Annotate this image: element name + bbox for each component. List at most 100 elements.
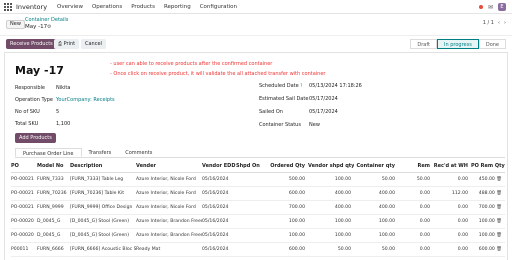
table-cell[interactable]: 500.00 bbox=[270, 172, 308, 187]
table-cell[interactable]: 100.00 bbox=[308, 172, 354, 187]
table-cell[interactable]: 100.00 bbox=[270, 228, 308, 243]
trash-icon[interactable]: 🗑 bbox=[495, 219, 502, 224]
status-done[interactable]: Done bbox=[478, 39, 506, 49]
table-cell[interactable]: 0.00 bbox=[398, 242, 433, 257]
table-row[interactable]: PO-00020 D_0045_G [D_0045_G] Stool (Green)… bbox=[11, 228, 505, 243]
table-cell[interactable]: FURN_7333 bbox=[37, 172, 70, 187]
table-cell[interactable]: 100.00 bbox=[354, 214, 398, 229]
table-cell[interactable]: 50.00 bbox=[354, 172, 398, 187]
table-cell[interactable]: Azure Interior, Nicole Ford bbox=[136, 200, 202, 215]
tab-comments[interactable]: Comments bbox=[118, 148, 159, 157]
col-header[interactable]: Vendor shpd qty bbox=[308, 160, 354, 173]
col-header[interactable]: Ordered Qty bbox=[270, 160, 308, 173]
table-cell[interactable]: 600.00 bbox=[270, 186, 308, 201]
table-cell[interactable] bbox=[236, 200, 270, 215]
add-products-button[interactable]: Add Products bbox=[15, 133, 56, 143]
field-value-responsible[interactable]: Nikita bbox=[56, 85, 70, 91]
apps-grid-icon[interactable] bbox=[4, 2, 12, 11]
help-icon[interactable]: ? bbox=[300, 83, 302, 88]
trash-icon[interactable]: 🗑 bbox=[495, 205, 502, 210]
cancel-button[interactable]: Cancel bbox=[81, 39, 106, 49]
notification-badge-icon[interactable] bbox=[478, 5, 483, 9]
record-title[interactable]: May -17 bbox=[15, 64, 64, 77]
breadcrumb-parent[interactable]: Container Details bbox=[25, 17, 68, 23]
col-header[interactable]: Container qty bbox=[354, 160, 398, 173]
table-cell[interactable]: P00011 bbox=[11, 242, 37, 257]
table-cell[interactable]: 05/16/2024 bbox=[202, 172, 236, 187]
new-button[interactable]: New bbox=[6, 20, 25, 29]
status-in-progress[interactable]: In progress bbox=[437, 39, 479, 49]
menu-overview[interactable]: Overview bbox=[57, 4, 83, 10]
tab-purchase-order-line[interactable]: Purchase Order Line bbox=[15, 148, 82, 157]
table-cell[interactable] bbox=[236, 172, 270, 187]
table-cell[interactable]: 600.00 bbox=[270, 242, 308, 257]
col-header[interactable]: Vendor EDD bbox=[202, 160, 236, 173]
table-cell[interactable]: D_0045_G bbox=[37, 214, 70, 229]
table-cell[interactable]: 400.00 bbox=[354, 200, 398, 215]
table-cell[interactable]: 0.00 bbox=[433, 214, 471, 229]
table-cell[interactable]: 100.00 bbox=[270, 214, 308, 229]
field-value-scheduled-date[interactable]: 05/13/2024 17:18:26 bbox=[309, 83, 362, 89]
field-value-operation-type[interactable]: YourCompany: Receipts bbox=[56, 97, 115, 103]
table-cell[interactable]: 700.00 🗑 bbox=[471, 200, 505, 215]
table-cell[interactable]: [FURN_7333] Table Leg bbox=[70, 172, 136, 187]
table-row[interactable]: P00011 FURN_6666 [FURN_6666] Acoustic Bloc… bbox=[11, 242, 505, 257]
table-cell[interactable] bbox=[236, 228, 270, 243]
col-header[interactable]: PO bbox=[11, 160, 37, 173]
table-cell[interactable]: Ready Mat bbox=[136, 242, 202, 257]
chevron-left-icon[interactable]: ‹ bbox=[498, 20, 500, 26]
table-cell[interactable]: 05/16/2024 bbox=[202, 200, 236, 215]
table-cell[interactable]: 400.00 bbox=[308, 200, 354, 215]
table-cell[interactable]: 0.00 bbox=[398, 228, 433, 243]
table-cell[interactable]: PO-00021 bbox=[11, 172, 37, 187]
field-value-estimated-sail-date[interactable]: 05/17/2024 bbox=[309, 96, 338, 102]
table-cell[interactable]: 100.00 bbox=[354, 228, 398, 243]
menu-configuration[interactable]: Configuration bbox=[200, 4, 237, 10]
table-cell[interactable]: 100.00 bbox=[308, 214, 354, 229]
user-avatar[interactable]: E bbox=[498, 3, 506, 11]
col-header[interactable]: Vender bbox=[136, 160, 202, 173]
table-cell[interactable]: 05/16/2024 bbox=[202, 242, 236, 257]
table-cell[interactable]: [FURN_6666] Acoustic Bloc Screens bbox=[70, 242, 136, 257]
table-cell[interactable]: 0.00 bbox=[433, 200, 471, 215]
table-cell[interactable]: Azure Interior, Nicole Ford bbox=[136, 186, 202, 201]
col-header[interactable]: Description bbox=[70, 160, 136, 173]
table-cell[interactable]: PO-00021 bbox=[11, 200, 37, 215]
table-row[interactable]: PO-00021 FURN_9999 [FURN_9999] Office Desi… bbox=[11, 200, 505, 215]
table-cell[interactable]: PO-00020 bbox=[11, 214, 37, 229]
field-value-container-status[interactable]: New bbox=[309, 122, 320, 128]
table-cell[interactable]: 50.00 bbox=[308, 242, 354, 257]
table-row[interactable]: PO-00020 D_0045_G [D_0045_G] Stool (Green)… bbox=[11, 214, 505, 229]
tab-transfers[interactable]: Transfers bbox=[82, 148, 119, 157]
table-cell[interactable]: [FURN_70236] Table Kit bbox=[70, 186, 136, 201]
table-cell[interactable]: 0.00 bbox=[398, 200, 433, 215]
receive-products-button[interactable]: Receive Products bbox=[6, 39, 57, 49]
table-cell[interactable]: 400.00 bbox=[354, 186, 398, 201]
table-cell[interactable]: 50.00 bbox=[354, 242, 398, 257]
table-cell[interactable]: D_0045_G bbox=[37, 228, 70, 243]
table-cell[interactable] bbox=[236, 242, 270, 257]
table-cell[interactable]: PO-00020 bbox=[11, 228, 37, 243]
col-header[interactable]: Shpd On bbox=[236, 160, 270, 173]
table-cell[interactable]: 112.00 bbox=[433, 186, 471, 201]
table-cell[interactable]: 0.00 bbox=[433, 172, 471, 187]
table-cell[interactable]: 600.00 🗑 bbox=[471, 242, 505, 257]
table-cell[interactable]: Azure Interior, Brandon Freeman bbox=[136, 214, 202, 229]
table-cell[interactable]: [D_0045_G] Stool (Green) bbox=[70, 214, 136, 229]
table-cell[interactable]: [FURN_9999] Office Design bbox=[70, 200, 136, 215]
app-name[interactable]: Inventory bbox=[16, 3, 47, 11]
table-cell[interactable]: FURN_70236 bbox=[37, 186, 70, 201]
table-cell[interactable] bbox=[236, 214, 270, 229]
trash-icon[interactable]: 🗑 bbox=[495, 247, 502, 252]
table-cell[interactable]: FURN_6666 bbox=[37, 242, 70, 257]
menu-products[interactable]: Products bbox=[131, 4, 155, 10]
trash-icon[interactable]: 🗑 bbox=[495, 233, 502, 238]
table-cell[interactable]: [D_0045_G] Stool (Green) bbox=[70, 228, 136, 243]
table-cell[interactable]: FURN_9999 bbox=[37, 200, 70, 215]
menu-operations[interactable]: Operations bbox=[92, 4, 122, 10]
pager-value[interactable]: 1 / 1 bbox=[483, 20, 494, 26]
table-cell[interactable]: 400.00 bbox=[308, 186, 354, 201]
table-cell[interactable]: 05/16/2024 bbox=[202, 228, 236, 243]
trash-icon[interactable]: 🗑 bbox=[495, 177, 502, 182]
table-cell[interactable] bbox=[236, 186, 270, 201]
